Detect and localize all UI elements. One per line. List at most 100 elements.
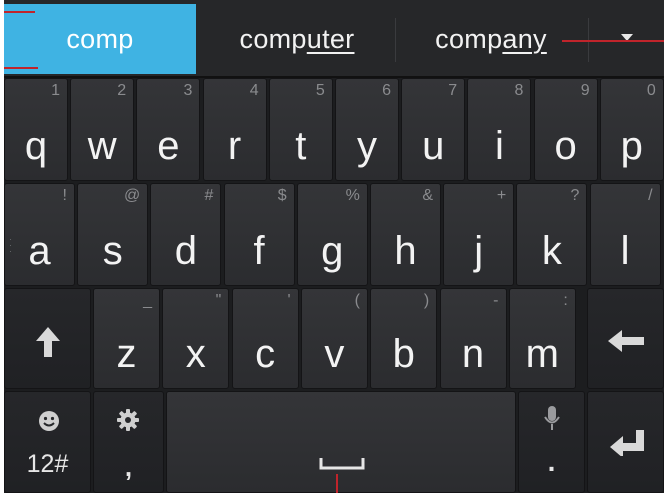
backspace-key[interactable] <box>587 288 664 389</box>
voice-period-key[interactable]: . <box>518 391 585 493</box>
callout-line <box>4 67 38 69</box>
key-label: h <box>394 229 417 273</box>
key-z[interactable]: _ z <box>93 288 160 389</box>
key-label: a <box>28 229 51 273</box>
key-label: k <box>541 229 562 273</box>
return-arrow-icon <box>610 430 644 456</box>
smiley-icon <box>39 411 59 431</box>
key-a[interactable]: ! a · · · <box>4 183 75 286</box>
suggestion-typed-word[interactable]: comp <box>4 4 196 74</box>
gear-icon <box>117 409 139 431</box>
key-t[interactable]: 5t <box>268 78 333 181</box>
soft-keyboard: comp comp uter comp any 1q2w3e4r5t6y7u8i9o… <box>4 0 664 493</box>
key-h[interactable]: & h <box>370 183 441 286</box>
key-x[interactable]: " x <box>162 288 230 389</box>
key-label: i <box>494 124 504 168</box>
key-hint: ' <box>287 292 291 309</box>
key-l[interactable]: / l <box>589 183 661 286</box>
key-label: j <box>474 229 484 273</box>
key-hint: - <box>493 292 499 309</box>
key-label: r <box>227 124 242 168</box>
key-hint: ? <box>570 187 580 204</box>
key-label: x <box>185 332 206 376</box>
key-hint: 1 <box>51 82 60 99</box>
key-hint: + <box>496 187 507 204</box>
suggestion-completion: uter <box>306 23 355 54</box>
key-label: w <box>87 124 117 168</box>
key-w[interactable]: 2w <box>70 78 135 181</box>
callout-line <box>562 40 664 42</box>
key-hint: _ <box>143 292 152 309</box>
key-label: v <box>324 332 345 376</box>
key-hint: 9 <box>580 82 590 99</box>
key-label: e <box>157 124 180 168</box>
key-g[interactable]: % g <box>296 183 368 286</box>
space-bar-key[interactable] <box>166 391 516 493</box>
key-p[interactable]: 0p <box>599 78 664 181</box>
key-c[interactable]: ' c <box>231 288 299 389</box>
key-f[interactable]: $ f <box>223 183 295 286</box>
enter-key[interactable] <box>587 391 664 493</box>
key-hint: @ <box>123 187 141 204</box>
key-n[interactable]: -n <box>439 288 507 389</box>
key-b[interactable]: ) b <box>370 288 438 389</box>
key-hint: 6 <box>382 82 391 99</box>
key-hint: 8 <box>514 82 524 99</box>
key-k[interactable]: ? k <box>516 183 588 286</box>
key-hint: # <box>204 187 214 204</box>
key-label: y <box>357 124 377 168</box>
key-hint: 4 <box>249 82 259 99</box>
key-label: z <box>116 332 137 376</box>
key-i[interactable]: 8i <box>467 78 532 181</box>
key-label: n <box>461 332 485 376</box>
suggestion-company[interactable]: comp any <box>396 4 586 74</box>
key-label: p <box>620 124 643 168</box>
up-arrow-icon <box>36 327 60 357</box>
key-label: d <box>174 229 198 273</box>
suggestion-prefix: comp <box>435 23 503 54</box>
settings-comma-key[interactable]: , <box>93 391 164 493</box>
key-label: l <box>620 229 630 273</box>
key-hint: ) <box>423 292 430 309</box>
key-hint: 5 <box>315 82 325 99</box>
shift-key[interactable] <box>4 288 91 389</box>
key-j[interactable]: + j <box>443 183 515 286</box>
key-label: g <box>321 229 344 273</box>
suggestion-label: comp <box>66 23 134 54</box>
key-hint: 0 <box>646 82 656 99</box>
suggestion-completion: any <box>502 23 547 54</box>
space-bar-icon <box>319 458 365 470</box>
key-q[interactable]: 1q <box>4 78 68 181</box>
more-suggestions-button[interactable] <box>589 4 664 74</box>
key-label: b <box>392 332 415 376</box>
key-hint: " <box>215 292 222 309</box>
key-r[interactable]: 4r <box>202 78 267 181</box>
key-m[interactable]: :m <box>508 288 576 389</box>
key-hint: / <box>648 187 653 204</box>
key-v[interactable]: (v <box>300 288 368 389</box>
symbols-key[interactable]: 12# <box>4 391 91 493</box>
callout-line <box>4 11 35 13</box>
key-hint: & <box>422 187 433 204</box>
symbols-label: 12# <box>26 450 69 478</box>
microphone-icon <box>544 406 560 430</box>
key-label: c <box>255 332 276 376</box>
comma-label: , <box>124 452 133 482</box>
key-e[interactable]: 3e <box>136 78 201 181</box>
key-label: u <box>422 124 445 168</box>
key-label: s <box>102 229 123 273</box>
suggestion-prefix: comp <box>239 23 307 54</box>
key-y[interactable]: 6y <box>335 78 399 181</box>
key-d[interactable]: # d <box>150 183 222 286</box>
key-hint: ! <box>62 187 67 204</box>
key-label: m <box>525 332 559 376</box>
key-hint: : <box>563 292 568 309</box>
key-o[interactable]: 9o <box>533 78 598 181</box>
key-s[interactable]: @ s <box>77 183 149 286</box>
key-hint: 7 <box>448 82 458 99</box>
key-u[interactable]: 7u <box>401 78 466 181</box>
suggestion-computer[interactable]: comp uter <box>200 4 394 74</box>
key-label: q <box>24 124 48 168</box>
key-hint: 3 <box>183 82 193 99</box>
key-hint: $ <box>277 187 287 204</box>
